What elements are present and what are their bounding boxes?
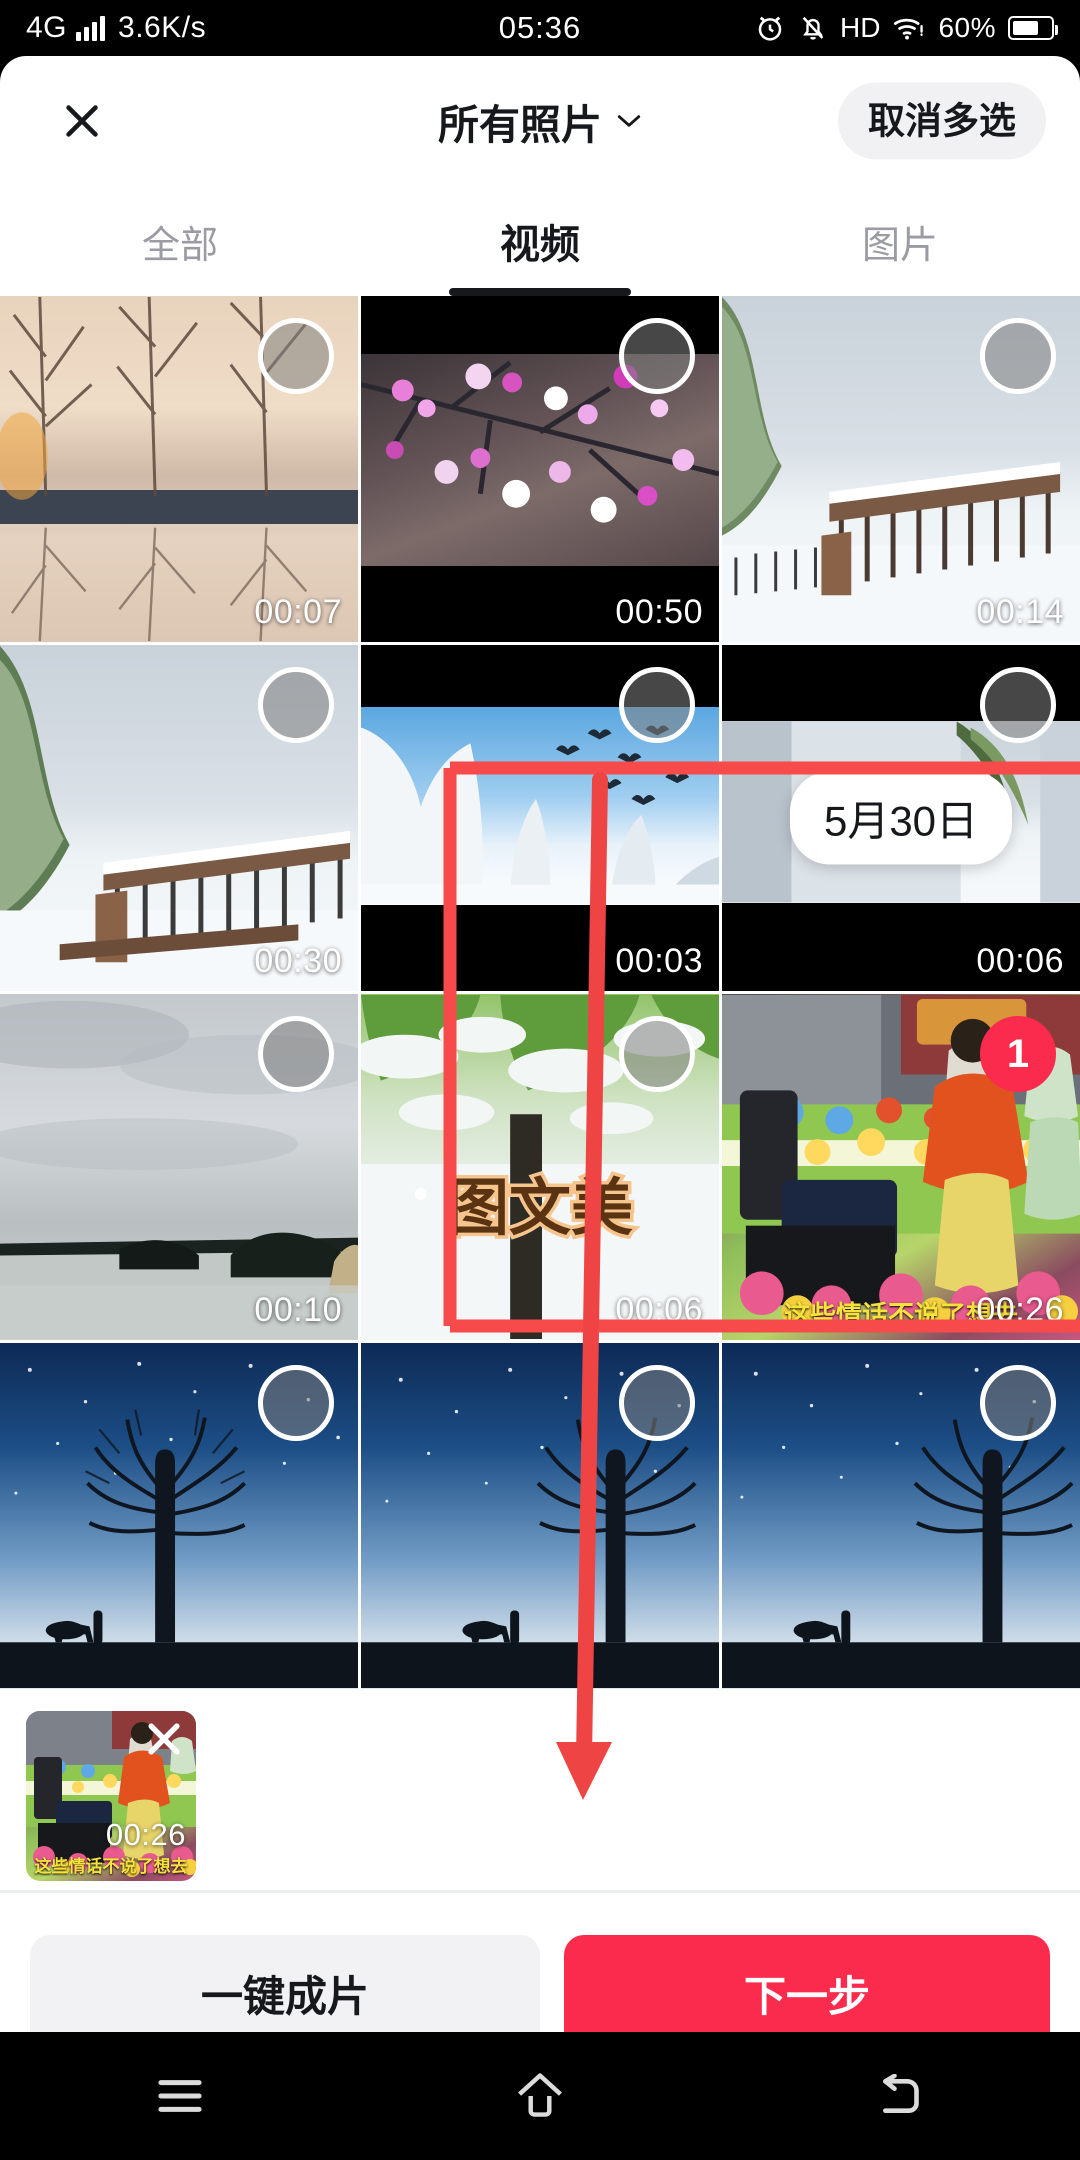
duration-label: 00:06 [976, 942, 1064, 980]
watermark-label: 图文美 [443, 1170, 636, 1246]
battery-percent-label: 60% [938, 12, 996, 43]
select-circle[interactable] [258, 1016, 334, 1092]
media-cell[interactable]: 图文美 00:06 [361, 994, 719, 1340]
alarm-clock-icon [754, 12, 786, 44]
auto-create-button[interactable]: 一键成片 [30, 1935, 540, 2032]
cancel-multiselect-button[interactable]: 取消多选 [838, 82, 1046, 160]
status-bar-right: HD 60% [754, 12, 1058, 44]
duration-label: 00:50 [615, 593, 703, 631]
hd-label: HD [840, 12, 881, 43]
tab-video-label: 视频 [500, 223, 580, 267]
select-circle[interactable] [980, 1365, 1056, 1441]
media-cell[interactable]: 00:14 [722, 296, 1080, 642]
media-cell[interactable]: 00:07 [0, 296, 358, 642]
chevron-down-icon [617, 115, 641, 127]
remove-selected-button[interactable] [142, 1717, 186, 1761]
media-cell[interactable]: 00:10 [0, 994, 358, 1340]
selected-thumbnail-subtitle: 这些情话不说了想去 [34, 1857, 188, 1876]
media-cell[interactable]: 00:03 [361, 645, 719, 991]
duration-label: 00:06 [615, 1291, 703, 1329]
wifi-icon [892, 14, 926, 42]
duration-label: 00:30 [254, 942, 342, 980]
select-circle[interactable] [258, 1365, 334, 1441]
select-circle-selected[interactable]: 1 [980, 1016, 1056, 1092]
tab-all-label: 全部 [141, 224, 218, 267]
select-circle[interactable] [980, 667, 1056, 743]
picker-header: 所有照片 取消多选 [0, 56, 1080, 186]
media-picker-sheet: 所有照片 取消多选 全部 视频 图片 00:07 00:50 00:14 00:… [0, 56, 1080, 2032]
home-button[interactable] [490, 2056, 590, 2136]
tab-all[interactable]: 全部 [0, 186, 360, 296]
media-grid: 00:07 00:50 00:14 00:30 00:03 5月30日 00:0… [0, 296, 1080, 1689]
media-cell[interactable] [0, 1343, 358, 1689]
media-cell[interactable] [361, 1343, 719, 1689]
duration-label: 00:26 [976, 1291, 1064, 1329]
duration-label: 00:03 [615, 942, 703, 980]
action-bar: 一键成片 下一步 [0, 1893, 1080, 2032]
phone-screen: 4G 3.6K/s 05:36 HD 60% 所有照片 取消多选 全部 视频 图… [0, 0, 1080, 2160]
tab-video[interactable]: 视频 [360, 186, 720, 296]
duration-label: 00:10 [254, 1291, 342, 1329]
media-cell[interactable]: 00:50 [361, 296, 719, 642]
battery-icon [1008, 16, 1058, 40]
media-cell-selected[interactable]: 这些情话不说了想去 1 00:26 [722, 994, 1080, 1340]
media-type-tabs: 全部 视频 图片 [0, 186, 1080, 296]
selected-media-strip: 这些情话不说了想去 00:26 [0, 1689, 1080, 1893]
home-icon [518, 2073, 562, 2117]
duration-label: 00:14 [976, 593, 1064, 631]
status-bar: 4G 3.6K/s 05:36 HD 60% [0, 0, 1080, 56]
select-circle[interactable] [258, 667, 334, 743]
android-nav-bar [0, 2032, 1080, 2160]
back-icon [883, 2074, 919, 2113]
select-circle[interactable] [258, 318, 334, 394]
tab-image-label: 图片 [861, 224, 938, 267]
select-circle[interactable] [619, 1365, 695, 1441]
selected-thumbnail-duration: 00:26 [105, 1817, 186, 1852]
recents-button[interactable] [130, 2056, 230, 2136]
menu-icon [158, 2080, 202, 2112]
select-circle[interactable] [619, 318, 695, 394]
album-title-label: 所有照片 [438, 102, 602, 148]
duration-label: 00:07 [254, 593, 342, 631]
select-circle[interactable] [619, 667, 695, 743]
media-cell[interactable]: 00:30 [0, 645, 358, 991]
bell-muted-icon [798, 12, 828, 44]
strip-divider [0, 1890, 1080, 1893]
media-cell[interactable] [722, 1343, 1080, 1689]
close-icon [148, 1723, 180, 1755]
selected-thumbnail[interactable]: 这些情话不说了想去 00:26 [26, 1711, 196, 1881]
tab-image[interactable]: 图片 [720, 186, 1080, 296]
select-circle[interactable] [980, 318, 1056, 394]
select-circle[interactable] [619, 1016, 695, 1092]
date-chip: 5月30日 [789, 771, 1013, 865]
media-cell[interactable]: 5月30日 00:06 [722, 645, 1080, 991]
back-button[interactable] [850, 2056, 950, 2136]
next-step-button[interactable]: 下一步 [564, 1935, 1050, 2032]
